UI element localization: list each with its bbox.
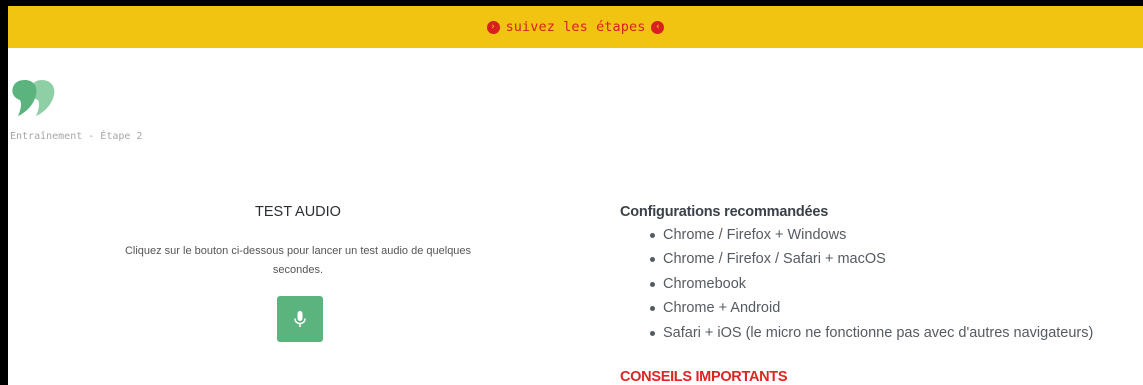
step-label: Entraînement - Étape 2 [10,131,143,142]
config-item: Chrome + Android [650,296,1140,320]
audio-test-description: Cliquez sur le bouton ci-dessous pour la… [124,245,472,276]
quote-logo-icon [12,80,56,116]
page-frame: › suivez les étapes ‹ Entraînement - Éta… [8,6,1143,385]
conseils-title: CONSEILS IMPORTANTS [620,369,788,385]
audio-test-title: TEST AUDIO [255,204,341,220]
config-item: Chrome / Firefox / Safari + macOS [650,247,1140,271]
chevron-circle-right-icon: › [486,20,500,34]
config-item: Chrome / Firefox + Windows [650,223,1140,247]
config-section: Configurations recommandées Chrome / Fir… [620,204,1140,345]
chevron-circle-left-icon: ‹ [651,20,665,34]
config-list: Chrome / Firefox + Windows Chrome / Fire… [620,223,1140,345]
audio-test-section: TEST AUDIO Cliquez sur le bouton ci-dess… [108,204,488,280]
config-title: Configurations recommandées [620,204,829,220]
banner-text: suivez les étapes [505,19,646,35]
config-item: Chromebook [650,272,1140,296]
config-item: Safari + iOS (le micro ne fonctionne pas… [650,321,1140,345]
start-audio-test-button[interactable] [277,296,323,342]
steps-banner: › suivez les étapes ‹ [8,6,1143,48]
microphone-icon [294,310,306,327]
